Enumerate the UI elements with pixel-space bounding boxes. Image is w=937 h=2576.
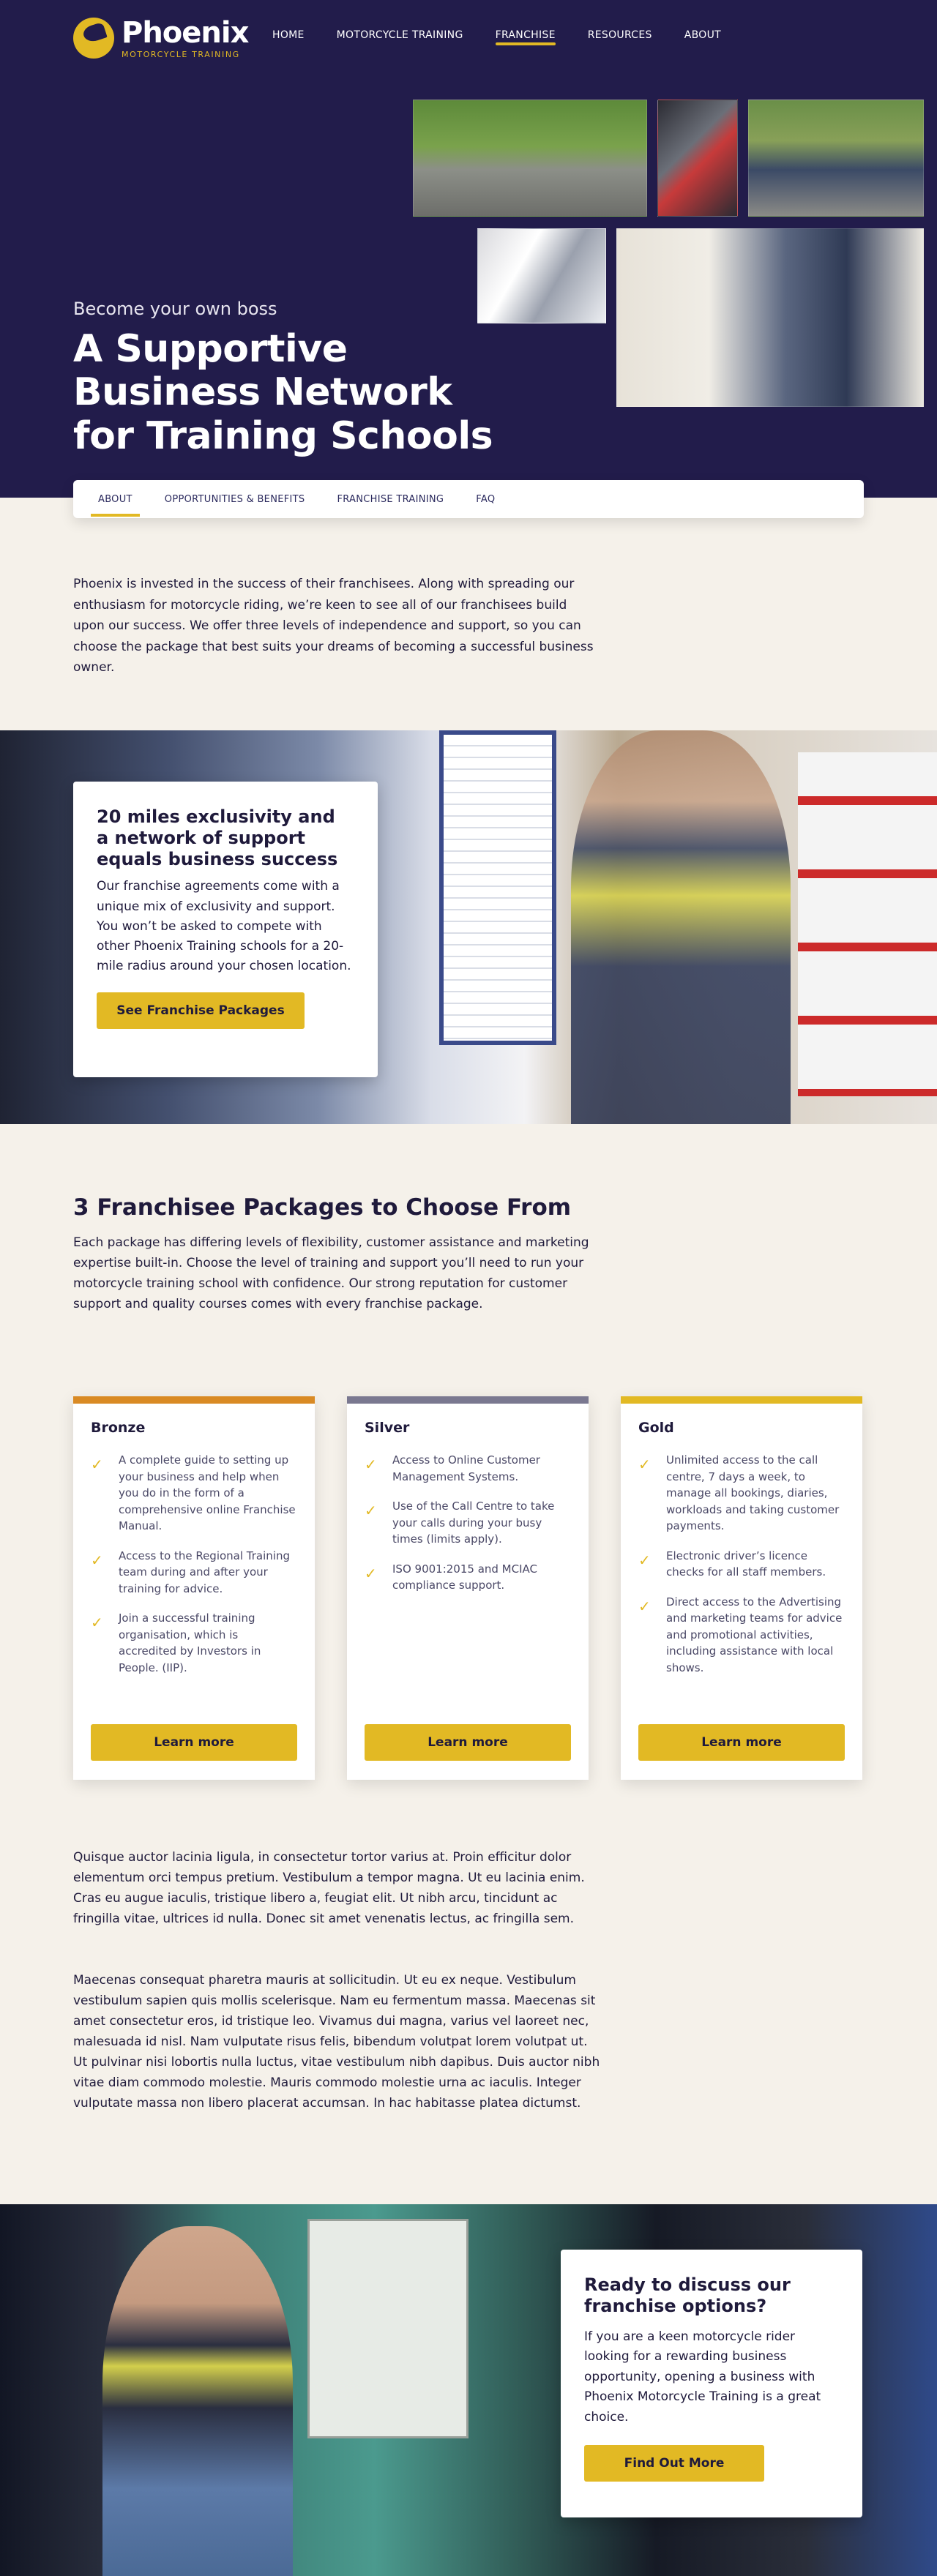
check-icon: ✓ (365, 1564, 377, 1582)
check-icon: ✓ (365, 1456, 377, 1473)
learn-more-button-silver[interactable]: Learn more (365, 1724, 571, 1761)
hero-title: A Supportive Business Network for Traini… (73, 327, 493, 458)
package-feature: ✓ Join a successful training organisation… (91, 1611, 261, 1674)
body-paragraph-2: Maecenas consequat pharetra mauris at so… (73, 1973, 600, 2111)
package-feature: ✓ Unlimited access to the call centre, 7 … (638, 1453, 840, 1532)
cta-card: Ready to discuss our franchise options? … (561, 2250, 862, 2517)
training-diagram-board (307, 2219, 468, 2438)
exclusivity-title: 20 miles exclusivity and a network of su… (97, 806, 338, 869)
photo-instructor-classroom (616, 228, 924, 407)
franchise-subnav: ABOUT OPPORTUNITIES & BENEFITS FRANCHISE… (73, 480, 864, 518)
package-feature: ✓ Direct access to the Advertising and ma… (638, 1595, 843, 1674)
body-paragraph-1: Quisque auctor lacinia ligula, in consec… (73, 1850, 585, 1927)
nav-home[interactable]: HOME (272, 29, 305, 41)
intro-paragraph: Phoenix is invested in the success of th… (73, 577, 594, 675)
nav-motorcycle-training[interactable]: MOTORCYCLE TRAINING (337, 29, 463, 41)
package-feature: ✓ Access to the Regional Training team du… (91, 1549, 290, 1595)
cta-title: Ready to discuss our franchise options? (584, 2274, 791, 2316)
schedule-board (439, 730, 556, 1045)
exclusivity-card: 20 miles exclusivity and a network of su… (73, 782, 378, 1077)
check-icon: ✓ (91, 1614, 103, 1631)
hero-kicker: Become your own boss (73, 299, 277, 319)
site-header: Phoenix MOTORCYCLE TRAINING HOME MOTORCY… (73, 15, 721, 60)
subnav-about[interactable]: ABOUT (91, 494, 140, 517)
package-color-bar (347, 1396, 589, 1404)
check-icon: ✓ (638, 1551, 651, 1569)
package-card-gold: Gold ✓ Unlimited access to the call centr… (621, 1396, 862, 1780)
main-nav: HOME MOTORCYCLE TRAINING FRANCHISE RESOU… (272, 29, 753, 45)
logo[interactable]: Phoenix MOTORCYCLE TRAINING (73, 15, 249, 59)
instructor-figure (571, 730, 791, 1124)
see-franchise-packages-button[interactable]: See Franchise Packages (97, 992, 305, 1030)
check-icon: ✓ (365, 1502, 377, 1519)
learn-more-button-gold[interactable]: Learn more (638, 1724, 845, 1761)
package-name: Silver (365, 1420, 410, 1436)
nav-about[interactable]: ABOUT (684, 29, 721, 41)
package-feature: ✓ Access to Online Customer Management Sy… (365, 1453, 540, 1483)
package-name: Bronze (91, 1420, 146, 1436)
nav-franchise[interactable]: FRANCHISE (495, 29, 556, 45)
photo-motorcycle-detail (657, 100, 738, 217)
nav-resources[interactable]: RESOURCES (588, 29, 652, 41)
photo-riders-group (748, 100, 924, 217)
photo-motorcycle-track (413, 100, 647, 217)
subnav-franchise-training[interactable]: FRANCHISE TRAINING (337, 494, 444, 505)
package-card-bronze: Bronze ✓ A complete guide to setting up y… (73, 1396, 315, 1780)
logo-name: Phoenix (122, 15, 249, 50)
package-feature: ✓ A complete guide to setting up your bus… (91, 1453, 296, 1532)
learner-plates (798, 752, 937, 1096)
check-icon: ✓ (91, 1456, 103, 1473)
find-out-more-button[interactable]: Find Out More (584, 2445, 764, 2482)
package-feature: ✓ ISO 9001:2015 and MCIAC compliance supp… (365, 1562, 537, 1592)
package-name: Gold (638, 1420, 674, 1436)
package-card-silver: Silver ✓ Access to Online Customer Manage… (347, 1396, 589, 1780)
cta-body: If you are a keen motorcycle rider looki… (584, 2329, 821, 2425)
package-feature: ✓ Use of the Call Centre to take your cal… (365, 1499, 555, 1546)
phoenix-bird-icon (73, 18, 114, 59)
packages-list: Bronze ✓ A complete guide to setting up y… (73, 1396, 864, 1780)
learn-more-button-bronze[interactable]: Learn more (91, 1724, 297, 1761)
photo-helmets (477, 228, 606, 323)
subnav-opportunities-benefits[interactable]: OPPORTUNITIES & BENEFITS (165, 494, 305, 505)
hero-section: Phoenix MOTORCYCLE TRAINING HOME MOTORCY… (0, 0, 937, 498)
check-icon: ✓ (638, 1456, 651, 1473)
packages-intro: Each package has differing levels of fle… (73, 1235, 589, 1312)
package-feature: ✓ Electronic driver’s licence checks for … (638, 1549, 826, 1579)
package-color-bar (621, 1396, 862, 1404)
logo-tagline: MOTORCYCLE TRAINING (122, 49, 240, 59)
check-icon: ✓ (638, 1597, 651, 1615)
package-color-bar (73, 1396, 315, 1404)
subnav-faq[interactable]: FAQ (476, 494, 495, 505)
packages-title: 3 Franchisee Packages to Choose From (73, 1194, 572, 1221)
check-icon: ✓ (91, 1551, 103, 1569)
instructor-figure (102, 2226, 293, 2576)
exclusivity-body: Our franchise agreements come with a uni… (97, 879, 351, 974)
